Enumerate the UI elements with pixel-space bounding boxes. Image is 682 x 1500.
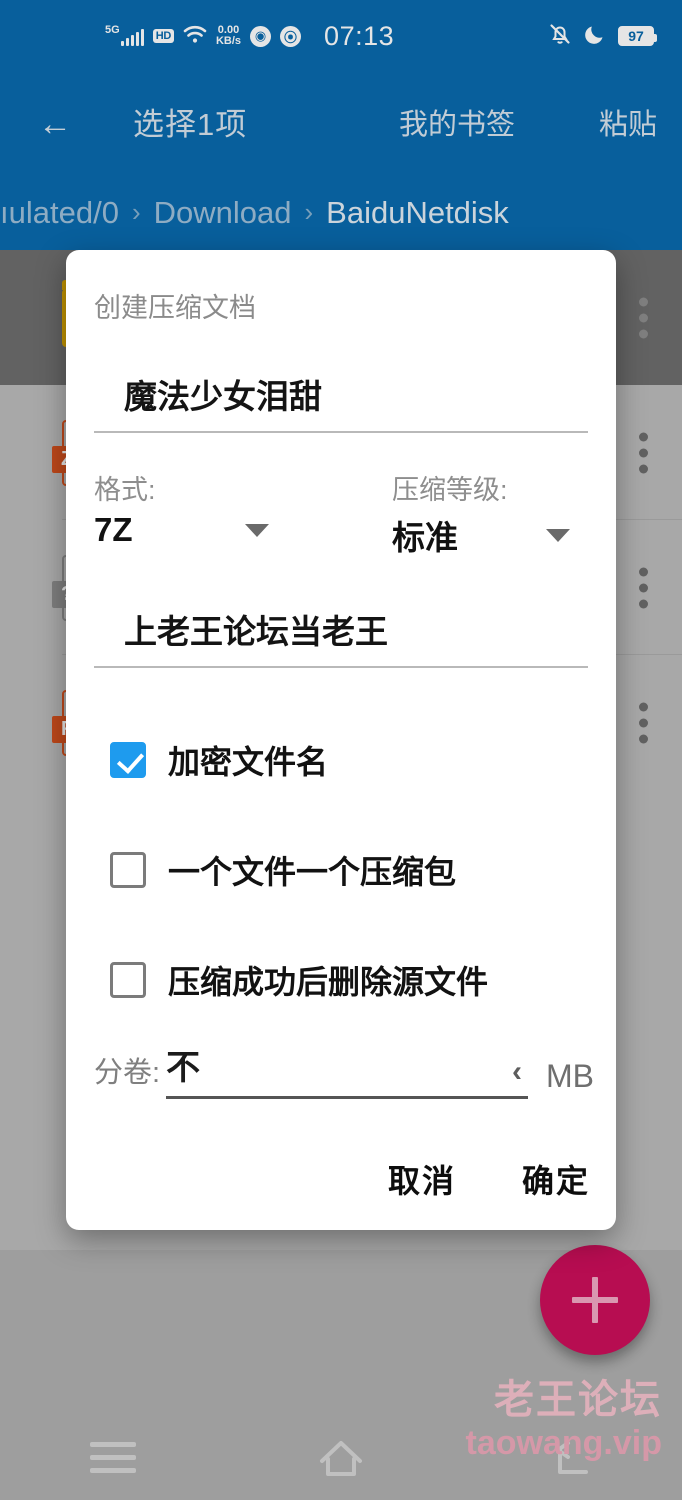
password-value[interactable]: 上老王论坛当老王 [94,605,588,666]
checkbox-one-archive-per-file[interactable] [110,852,146,888]
chevron-down-icon[interactable] [244,523,269,537]
chevron-left-icon[interactable]: ‹ [512,1055,528,1089]
split-volume-unit: MB [546,1058,594,1094]
checkbox-row-encrypt-filenames[interactable]: 加密文件名 [94,705,588,815]
split-volume-label: 分卷: [94,1057,161,1089]
split-volume-row: 分卷: 不 ‹ MB [94,1040,594,1099]
split-volume-input[interactable]: 不 ‹ [166,1040,528,1099]
dialog-title: 创建压缩文档 [94,293,256,323]
checkbox-row-delete-source[interactable]: 压缩成功后删除源文件 [94,925,588,1035]
checkbox-row-one-archive-per-file[interactable]: 一个文件一个压缩包 [94,815,588,925]
checkbox-label-one-archive-per-file: 一个文件一个压缩包 [168,854,457,890]
chevron-down-icon[interactable] [546,528,570,542]
password-field[interactable]: 上老王论坛当老王 [94,605,588,668]
compression-level-label: 压缩等级: [392,475,508,505]
split-volume-value[interactable]: 不 [166,1040,200,1089]
format-select[interactable]: 格式: 7Z [94,468,354,559]
checkbox-encrypt-filenames[interactable] [110,742,146,778]
checkbox-label-encrypt-filenames: 加密文件名 [168,744,329,780]
create-archive-dialog: 创建压缩文档 魔法少女泪甜 格式: 7Z 压缩等级: 标准 上老王论坛当老王 加… [66,250,616,1230]
compression-level-select[interactable]: 压缩等级: 标准 [354,468,588,559]
archive-name-value[interactable]: 魔法少女泪甜 [94,370,588,431]
format-label: 格式: [94,475,156,505]
compression-level-value: 标准 [392,519,458,556]
cancel-button[interactable]: 取消 [388,1156,456,1202]
format-value: 7Z [94,511,133,548]
archive-name-field[interactable]: 魔法少女泪甜 [94,370,588,433]
options-checkbox-list: 加密文件名 一个文件一个压缩包 压缩成功后删除源文件 [94,705,588,1035]
phone-screen: Z ? R 老王论坛 taowang.vip [0,0,682,1500]
format-level-row: 格式: 7Z 压缩等级: 标准 [94,468,588,559]
checkbox-delete-source[interactable] [110,962,146,998]
dialog-actions: 取消 确定 [388,1156,590,1202]
confirm-button[interactable]: 确定 [522,1156,590,1202]
checkbox-label-delete-source: 压缩成功后删除源文件 [168,964,489,1000]
